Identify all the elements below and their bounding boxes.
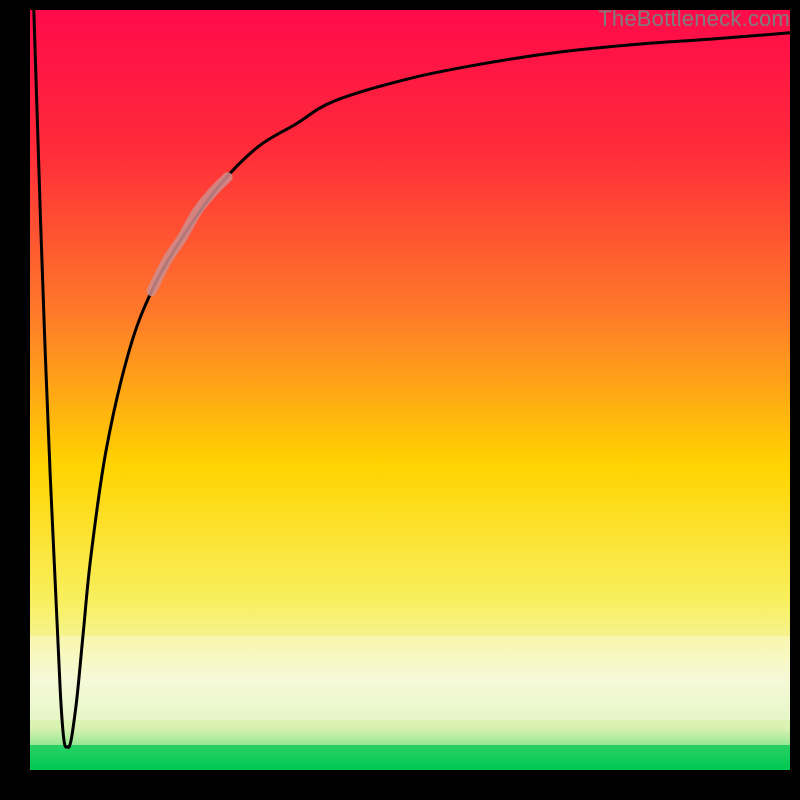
frame-bottom (0, 770, 800, 800)
frame-top (0, 0, 800, 10)
chart-stage: TheBottleneck.com (0, 0, 800, 800)
bottleneck-chart (0, 0, 800, 800)
frame-left (0, 0, 30, 800)
frame-right (790, 0, 800, 800)
green-bottom-strip (30, 745, 790, 770)
pale-highlight-band (30, 636, 790, 720)
